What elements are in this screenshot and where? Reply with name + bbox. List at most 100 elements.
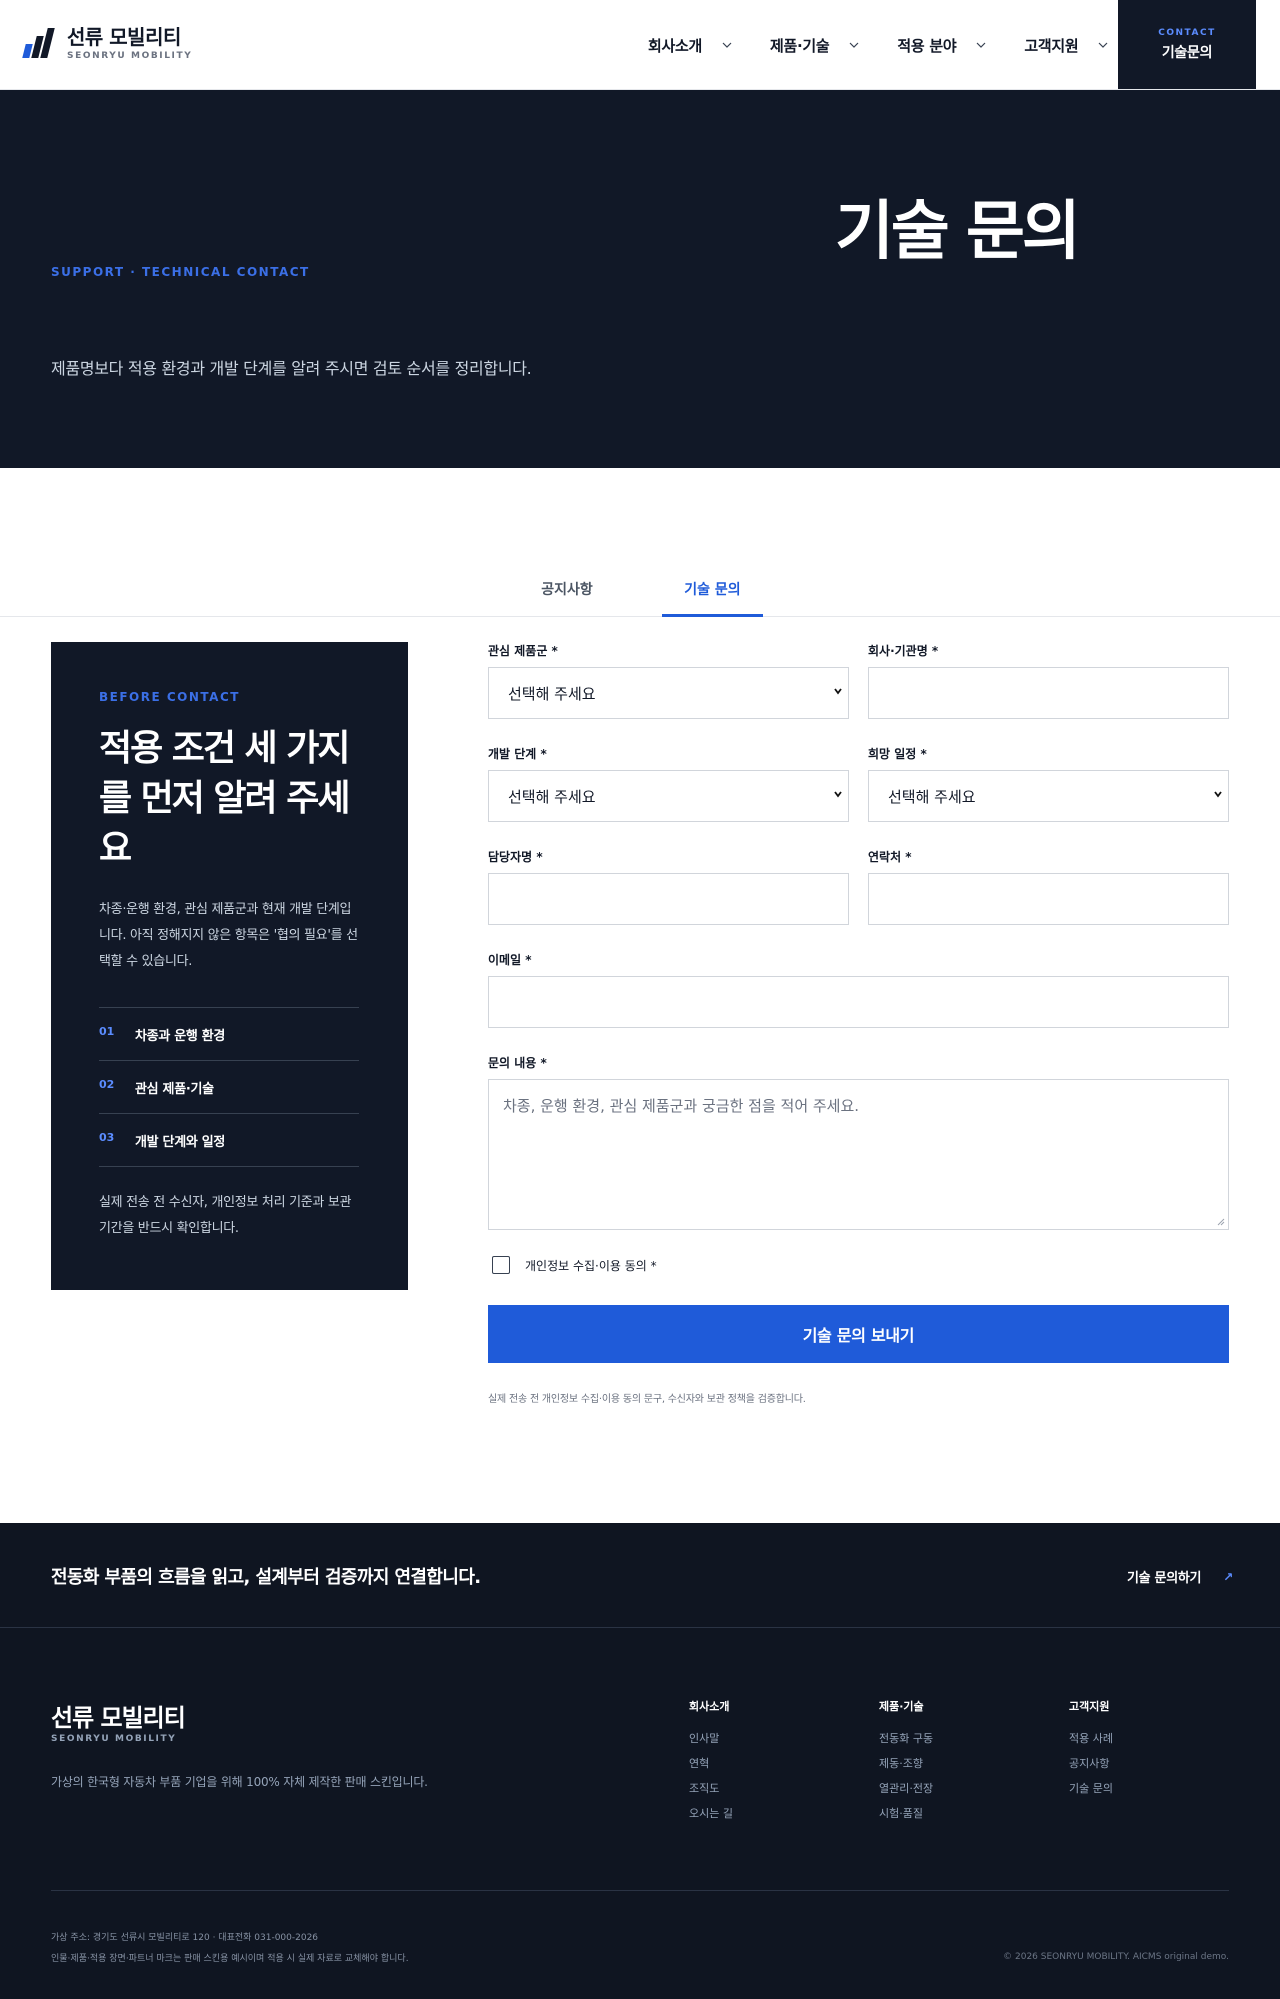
footer-divider (51, 1890, 1229, 1891)
nav-label: 적용 분야 (897, 36, 957, 55)
panel-eyebrow: BEFORE CONTACT (99, 690, 240, 704)
chevron-down-icon (976, 42, 986, 48)
schedule-label: 희망 일정 * (868, 747, 927, 761)
item-label: 관심 제품·기술 (135, 1081, 214, 1097)
consent-label[interactable]: 개인정보 수집·이용 동의 * (525, 1257, 657, 1274)
nav-item-products[interactable]: 제품·기술 (770, 35, 859, 56)
footer-logo[interactable]: 선류 모빌리티 (51, 1698, 186, 1733)
nav-label: 고객지원 (1024, 36, 1079, 55)
cta-link[interactable]: 기술 문의하기 ↗ (1127, 1567, 1233, 1587)
page-title: 기술 문의 (835, 195, 1081, 269)
footer-link[interactable]: 공지사항 (1069, 1751, 1113, 1776)
product-select-value: 선택해 주세요 (508, 684, 596, 703)
consent-row: 개인정보 수집·이용 동의 * (492, 1256, 657, 1274)
stage-select-value: 선택해 주세요 (508, 787, 596, 806)
chevron-down-icon (849, 42, 859, 48)
footer-col-support: 고객지원 적용 사례 공지사항 기술 문의 (1069, 1698, 1113, 1801)
footer-col-heading: 제품·기술 (879, 1700, 924, 1713)
tab-technical-contact[interactable]: 기술 문의 (662, 570, 763, 617)
footer-link[interactable]: 전동화 구동 (879, 1726, 933, 1751)
email-field[interactable] (488, 976, 1229, 1028)
list-item: 02 관심 제품·기술 (99, 1061, 359, 1114)
footer-link[interactable]: 기술 문의 (1069, 1776, 1113, 1801)
hero-description: 제품명보다 적용 환경과 개발 단계를 알려 주시면 검토 순서를 정리합니다. (51, 359, 532, 378)
schedule-select[interactable]: 선택해 주세요 (868, 770, 1229, 822)
panel-note: 실제 전송 전 수신자, 개인정보 처리 기준과 보관 기간을 반드시 확인합니… (99, 1195, 352, 1236)
nav-item-applications[interactable]: 적용 분야 (897, 35, 986, 56)
item-number: 01 (99, 1024, 115, 1038)
list-item: 01 차종과 운행 환경 (99, 1008, 359, 1061)
manager-label: 담당자명 * (488, 850, 543, 864)
chevron-down-icon (834, 791, 842, 798)
main-nav: 회사소개 제품·기술 적용 분야 고객지원 (648, 0, 1108, 90)
form-note: 실제 전송 전 개인정보 수집·이용 동의 문구, 수신자와 보관 정책을 검증… (488, 1394, 806, 1405)
footer-address: 가상 주소: 경기도 선류시 모빌리티로 120 · 대표전화 031-000-… (51, 1933, 319, 1943)
footer-link[interactable]: 시험·품질 (879, 1801, 933, 1826)
footer-link[interactable]: 제동·조향 (879, 1751, 933, 1776)
condition-list: 01 차종과 운행 환경 02 관심 제품·기술 03 개발 단계와 일정 (99, 1007, 359, 1167)
site-header: 선류 모빌리티 SEONRYU MOBILITY 회사소개 제품·기술 적용 분… (0, 0, 1280, 90)
product-label: 관심 제품군 * (488, 644, 558, 658)
footer-link[interactable]: 연혁 (689, 1751, 733, 1776)
phone-label: 연락처 * (868, 850, 912, 864)
footer-copyright: © 2026 SEONRYU MOBILITY. AICMS original … (1003, 1952, 1229, 1962)
cta-band: 전동화 부품의 흐름을 읽고, 설계부터 검증까지 연결합니다. 기술 문의하기… (0, 1523, 1280, 1628)
stage-select[interactable]: 선택해 주세요 (488, 770, 849, 822)
message-textarea[interactable]: 차종, 운행 환경, 관심 제품군과 궁금한 점을 적어 주세요. (488, 1079, 1229, 1230)
message-label: 문의 내용 * (488, 1056, 547, 1070)
footer-link[interactable]: 적용 사례 (1069, 1726, 1113, 1751)
submit-button[interactable]: 기술 문의 보내기 (488, 1305, 1229, 1363)
footer-link[interactable]: 오시는 길 (689, 1801, 733, 1826)
phone-field[interactable] (868, 873, 1229, 925)
panel-title: 적용 조건 세 가지를 먼저 알려 주세요 (99, 728, 350, 869)
hero-section: SUPPORT · TECHNICAL CONTACT 기술 문의 제품명보다 … (0, 90, 1280, 468)
item-number: 02 (99, 1077, 115, 1091)
chevron-down-icon (1214, 791, 1222, 798)
hero-eyebrow: SUPPORT · TECHNICAL CONTACT (51, 265, 310, 279)
email-label: 이메일 * (488, 953, 532, 967)
panel-description: 차종·운행 환경, 관심 제품군과 현재 개발 단계입니다. 아직 정해지지 않… (99, 902, 358, 969)
contact-button-label: 기술문의 (1161, 44, 1213, 61)
sub-tabs: 공지사항 기술 문의 (0, 570, 1280, 617)
resize-handle-icon[interactable] (1217, 1218, 1225, 1226)
footer-col-products: 제품·기술 전동화 구동 제동·조향 열관리·전장 시험·품질 (879, 1698, 933, 1826)
product-select[interactable]: 선택해 주세요 (488, 667, 849, 719)
logo-mark-icon (21, 27, 55, 61)
footer-col-company: 회사소개 인사말 연혁 조직도 오시는 길 (689, 1698, 733, 1826)
chevron-down-icon (722, 42, 732, 48)
footer-link[interactable]: 조직도 (689, 1776, 733, 1801)
chevron-down-icon (834, 688, 842, 695)
schedule-select-value: 선택해 주세요 (888, 787, 976, 806)
footer-link[interactable]: 열관리·전장 (879, 1776, 933, 1801)
footer-col-heading: 회사소개 (689, 1700, 730, 1713)
company-label: 회사·기관명 * (868, 644, 939, 658)
footer-col-heading: 고객지원 (1069, 1700, 1110, 1713)
consent-checkbox[interactable] (492, 1256, 510, 1274)
site-footer: 선류 모빌리티 SEONRYU MOBILITY 가상의 한국형 자동차 부품 … (0, 1628, 1280, 1999)
arrow-up-right-icon: ↗ (1223, 1569, 1233, 1584)
manager-field[interactable] (488, 873, 849, 925)
site-logo[interactable]: 선류 모빌리티 SEONRYU MOBILITY (21, 26, 192, 61)
contact-button[interactable]: CONTACT 기술문의 (1118, 0, 1256, 89)
item-label: 개발 단계와 일정 (135, 1134, 226, 1150)
footer-link[interactable]: 인사말 (689, 1726, 733, 1751)
nav-item-company[interactable]: 회사소개 (648, 35, 732, 56)
stage-label: 개발 단계 * (488, 747, 547, 761)
item-number: 03 (99, 1130, 115, 1144)
logo-name: 선류 모빌리티 (67, 25, 181, 49)
logo-subtitle: SEONRYU MOBILITY (67, 51, 193, 61)
list-item: 03 개발 단계와 일정 (99, 1114, 359, 1167)
footer-logo-subtitle: SEONRYU MOBILITY (51, 1734, 177, 1744)
before-contact-panel: BEFORE CONTACT 적용 조건 세 가지를 먼저 알려 주세요 차종·… (51, 642, 408, 1290)
footer-description: 가상의 한국형 자동차 부품 기업을 위해 100% 자체 제작한 판매 스킨입… (51, 1775, 428, 1789)
nav-label: 제품·기술 (770, 36, 830, 55)
message-placeholder: 차종, 운행 환경, 관심 제품군과 궁금한 점을 적어 주세요. (503, 1097, 860, 1115)
nav-item-support[interactable]: 고객지원 (1024, 35, 1108, 56)
cta-link-label: 기술 문의하기 (1127, 1571, 1202, 1586)
cta-text: 전동화 부품의 흐름을 읽고, 설계부터 검증까지 연결합니다. (51, 1567, 481, 1588)
item-label: 차종과 운행 환경 (135, 1028, 226, 1044)
footer-notice: 인물·제품·적용 장면·파트너 마크는 판매 스킨용 예시이며 적용 시 실제 … (51, 1954, 409, 1964)
contact-button-eyebrow: CONTACT (1158, 27, 1216, 38)
company-field[interactable] (868, 667, 1229, 719)
tab-notices[interactable]: 공지사항 (520, 570, 614, 617)
